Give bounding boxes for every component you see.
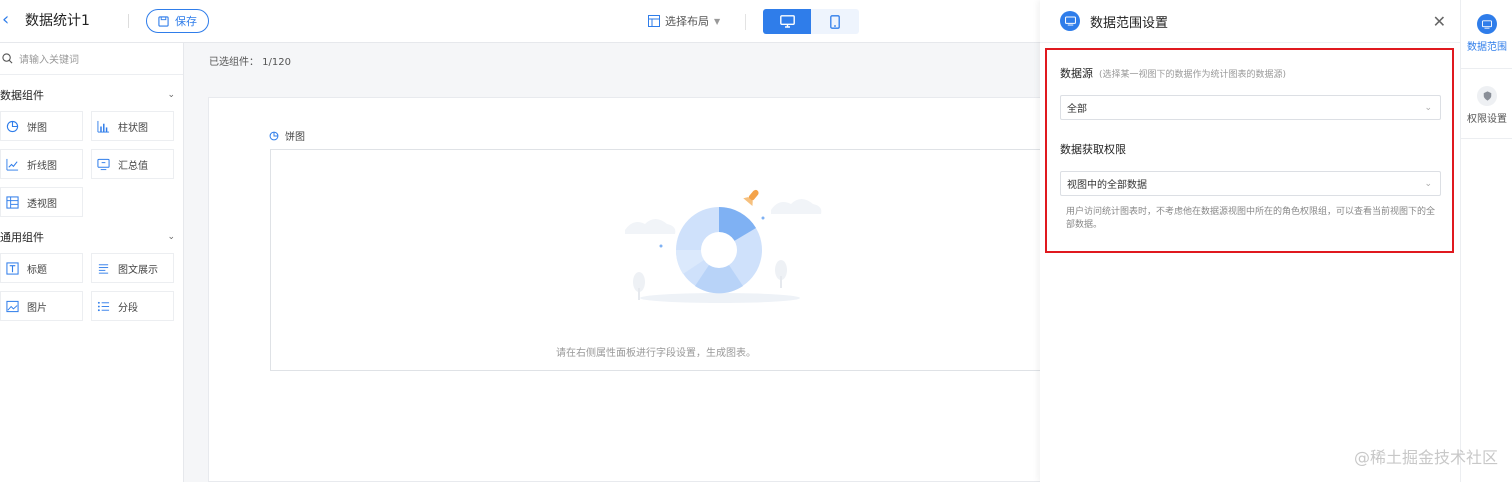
monitor-icon <box>779 15 795 28</box>
line-chart-icon <box>5 157 19 171</box>
rich-text-icon <box>96 261 110 275</box>
bar-chart-icon <box>96 119 110 133</box>
empty-hint: 请在右侧属性面板进行字段设置，生成图表。 <box>556 348 756 359</box>
divider <box>1461 68 1512 69</box>
save-icon <box>158 15 169 27</box>
component-sidebar: 请输入关键词 数据组件 ⌄ 饼图 柱状图 折线图 汇总值 透视图 通用组件 ⌄ <box>0 43 184 482</box>
search-input[interactable]: 请输入关键词 <box>19 51 79 66</box>
panel-header: 数据范围设置 <box>1040 0 1460 43</box>
back-chevron-icon[interactable]: ‹ <box>2 10 18 30</box>
shield-icon <box>1477 86 1497 106</box>
page-title[interactable]: 数据统计1 <box>25 10 90 30</box>
layout-select[interactable]: 选择布局 ▼ <box>648 13 720 29</box>
save-button[interactable]: 保存 <box>146 9 209 33</box>
component-label: 透视图 <box>27 198 57 210</box>
datasource-note: (选择某一视图下的数据作为统计图表的数据源) <box>1099 70 1287 80</box>
permission-label: 数据获取权限 <box>1060 143 1126 156</box>
component-label: 标题 <box>27 264 47 276</box>
chevron-down-icon: ⌄ <box>1424 102 1432 113</box>
tab-label: 权限设置 <box>1467 114 1507 125</box>
component-label: 折线图 <box>27 160 57 172</box>
close-icon[interactable]: ✕ <box>1433 12 1446 31</box>
component-label: 汇总值 <box>118 160 148 172</box>
group-title: 数据组件 <box>0 89 44 102</box>
tab-data-range[interactable]: 数据范围 <box>1461 14 1512 53</box>
divider <box>1461 138 1512 139</box>
side-tabs: 数据范围 权限设置 <box>1460 0 1512 482</box>
data-range-icon <box>1477 14 1497 34</box>
pie-chart-icon <box>269 131 279 140</box>
chevron-down-icon: ⌄ <box>167 90 175 100</box>
widget-title-label: 饼图 <box>285 132 305 143</box>
caret-down-icon: ▼ <box>714 16 721 26</box>
selected-count: 已选组件： 1/120 <box>209 57 291 68</box>
summary-monitor-icon <box>96 157 110 171</box>
layout-select-label: 选择布局 <box>665 15 709 28</box>
widget-card[interactable]: 饼图 请在右侧属性面板进行字段设置，生成图表。 <box>208 97 1041 482</box>
component-rich-text[interactable]: 图文展示 <box>91 253 174 283</box>
group-header-data[interactable]: 数据组件 ⌄ <box>0 83 183 107</box>
component-label: 图文展示 <box>118 264 158 276</box>
image-icon <box>5 299 19 313</box>
permission-select[interactable]: 视图中的全部数据 ⌄ <box>1060 171 1441 196</box>
save-button-label: 保存 <box>175 15 197 28</box>
component-pie[interactable]: 饼图 <box>0 111 83 141</box>
component-summary[interactable]: 汇总值 <box>91 149 174 179</box>
datasource-label: 数据源 (选择某一视图下的数据作为统计图表的数据源) <box>1060 65 1286 81</box>
design-canvas: 已选组件： 1/120 饼图 请在右侧属性面板进行字段设置，生成图表。 <box>184 43 1041 482</box>
divider <box>745 14 746 30</box>
component-title[interactable]: 标题 <box>0 253 83 283</box>
component-image[interactable]: 图片 <box>0 291 83 321</box>
widget-title: 饼图 <box>269 128 305 143</box>
general-components: 标题 图文展示 图片 分段 <box>0 253 183 321</box>
datasource-label-text: 数据源 <box>1060 67 1093 80</box>
component-label: 分段 <box>118 302 138 314</box>
tab-permission[interactable]: 权限设置 <box>1461 86 1512 125</box>
permission-value: 视图中的全部数据 <box>1067 180 1147 191</box>
permission-help-text: 用户访问统计图表时，不考虑他在数据源视图中所在的角色权限组，可以查看当前视图下的… <box>1066 207 1436 230</box>
group-title: 通用组件 <box>0 231 44 244</box>
component-label: 饼图 <box>27 122 47 134</box>
component-line[interactable]: 折线图 <box>0 149 83 179</box>
pie-chart-icon <box>5 119 19 133</box>
top-bar: ‹ 数据统计1 保存 选择布局 ▼ <box>0 0 1040 43</box>
settings-panel: 数据范围设置 ✕ 数据源 (选择某一视图下的数据作为统计图表的数据源) 全部 ⌄ … <box>1040 0 1460 482</box>
search-box[interactable]: 请输入关键词 <box>0 43 183 75</box>
datasource-select[interactable]: 全部 ⌄ <box>1060 95 1441 120</box>
data-range-icon <box>1060 11 1080 31</box>
desktop-view-button[interactable] <box>763 9 811 34</box>
list-icon <box>96 299 110 313</box>
watermark: @稀土掘金技术社区 <box>1353 448 1498 467</box>
panel-title: 数据范围设置 <box>1090 15 1169 31</box>
component-label: 柱状图 <box>118 122 148 134</box>
mobile-view-button[interactable] <box>811 9 859 34</box>
phone-icon <box>830 14 840 29</box>
group-header-general[interactable]: 通用组件 ⌄ <box>0 225 183 249</box>
data-components: 饼图 柱状图 折线图 汇总值 透视图 <box>0 111 183 217</box>
component-section[interactable]: 分段 <box>91 291 174 321</box>
chevron-down-icon: ⌄ <box>167 232 175 242</box>
title-text-icon <box>5 261 19 275</box>
chart-placeholder[interactable]: 请在右侧属性面板进行字段设置，生成图表。 <box>270 149 1041 371</box>
tab-label: 数据范围 <box>1467 42 1507 53</box>
component-bar[interactable]: 柱状图 <box>91 111 174 141</box>
component-label: 图片 <box>27 302 47 314</box>
device-toggle <box>763 9 859 34</box>
component-pivot[interactable]: 透视图 <box>0 187 83 217</box>
chevron-down-icon: ⌄ <box>1424 178 1432 189</box>
divider <box>128 14 129 28</box>
pivot-table-icon <box>5 195 19 209</box>
empty-chart-illustration <box>625 189 822 303</box>
search-icon <box>2 53 13 64</box>
layout-icon <box>648 15 660 27</box>
datasource-value: 全部 <box>1067 104 1087 115</box>
